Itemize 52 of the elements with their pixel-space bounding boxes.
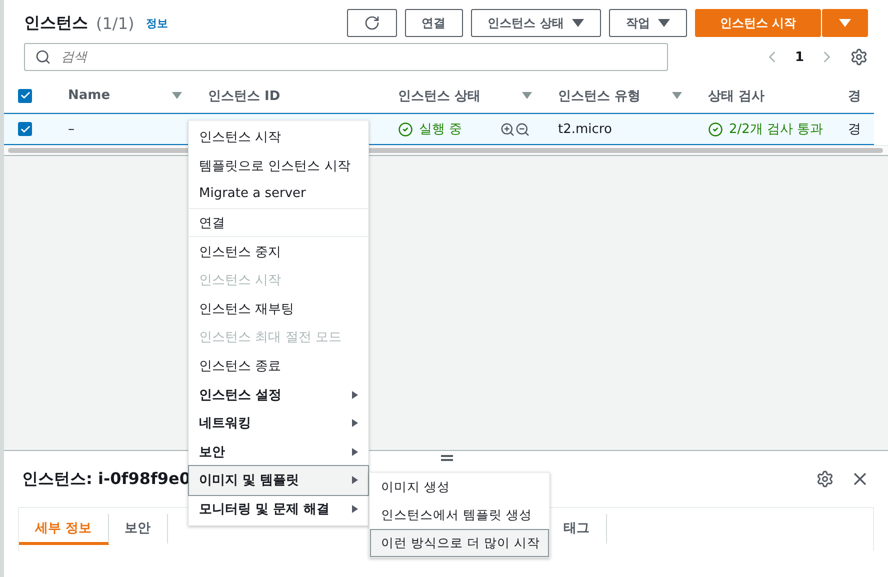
check-circle-icon (708, 122, 723, 136)
checkmark-icon (20, 90, 30, 101)
search-icon (35, 49, 51, 65)
submenu-arrow-icon (352, 476, 358, 484)
menu-item[interactable]: 인스턴스 재부팅 (189, 294, 368, 324)
sort-icon[interactable] (172, 92, 182, 99)
details-title: 인스턴스: i-0f98f9e0 (22, 468, 191, 490)
submenu-arrow-icon (352, 448, 358, 456)
menu-item[interactable]: 인스턴스 설정 (189, 380, 368, 409)
info-link[interactable]: 정보 (146, 16, 168, 30)
page-number[interactable]: 1 (794, 50, 804, 64)
submenu-arrow-icon (352, 390, 358, 399)
menu-item[interactable]: 인스턴스에서 템플릿 생성 (370, 501, 549, 529)
resize-handle[interactable] (441, 455, 453, 461)
table-cell: – (54, 113, 194, 145)
menu-item[interactable]: 인스턴스 중지 (189, 237, 368, 266)
table-cell: 경 (834, 113, 874, 145)
dropdown-button[interactable]: 인스턴스 상태 (470, 9, 601, 37)
zoom-icon[interactable] (500, 122, 530, 136)
status-check-text: 2/2개 검사 통과 (708, 120, 824, 138)
refresh-button[interactable] (346, 9, 397, 37)
panel-title: 인스턴스 (24, 12, 88, 34)
check-circle-icon (398, 122, 413, 136)
menu-item[interactable]: 모니터링 및 문제 해결 (189, 494, 368, 524)
row-checkbox[interactable] (18, 122, 32, 136)
instance-count: (1/1) (96, 14, 134, 32)
menu-item[interactable]: 템플릿으로 인스턴스 시작 (189, 152, 368, 180)
dropdown-button[interactable]: 작업 (608, 9, 687, 37)
status-text: 실행 중 (398, 120, 462, 138)
menu-item[interactable]: 보안 (189, 438, 368, 466)
menu-item[interactable]: 이미지 및 템플릿 (189, 466, 368, 495)
caret-button[interactable] (822, 9, 868, 37)
menu-item[interactable]: 네트워킹 (189, 408, 368, 438)
sort-icon[interactable] (672, 92, 682, 99)
submenu-arrow-icon (352, 505, 358, 514)
connect-button[interactable]: 연결 (404, 9, 463, 37)
select-all-checkbox[interactable] (18, 88, 32, 102)
menu-item[interactable]: 이런 방식으로 더 많이 시작 (370, 529, 549, 557)
sort-icon[interactable] (522, 92, 532, 99)
checkmark-icon (20, 124, 30, 134)
search-bar[interactable]: 검색 (24, 43, 668, 71)
settings-icon[interactable] (850, 48, 868, 66)
refresh-icon (364, 15, 380, 31)
menu-item[interactable]: Migrate a server (189, 180, 368, 209)
settings-icon[interactable] (816, 470, 834, 488)
menu-item[interactable]: 이미지 생성 (370, 473, 549, 501)
submenu-arrow-icon (352, 419, 358, 428)
row-cell[interactable] (4, 113, 54, 145)
menu-item[interactable]: 연결 (189, 208, 368, 238)
details-tab[interactable]: 보안 (108, 514, 168, 545)
menu-item[interactable]: 인스턴스 종료 (189, 352, 368, 380)
table-cell: t2.micro (544, 113, 694, 145)
